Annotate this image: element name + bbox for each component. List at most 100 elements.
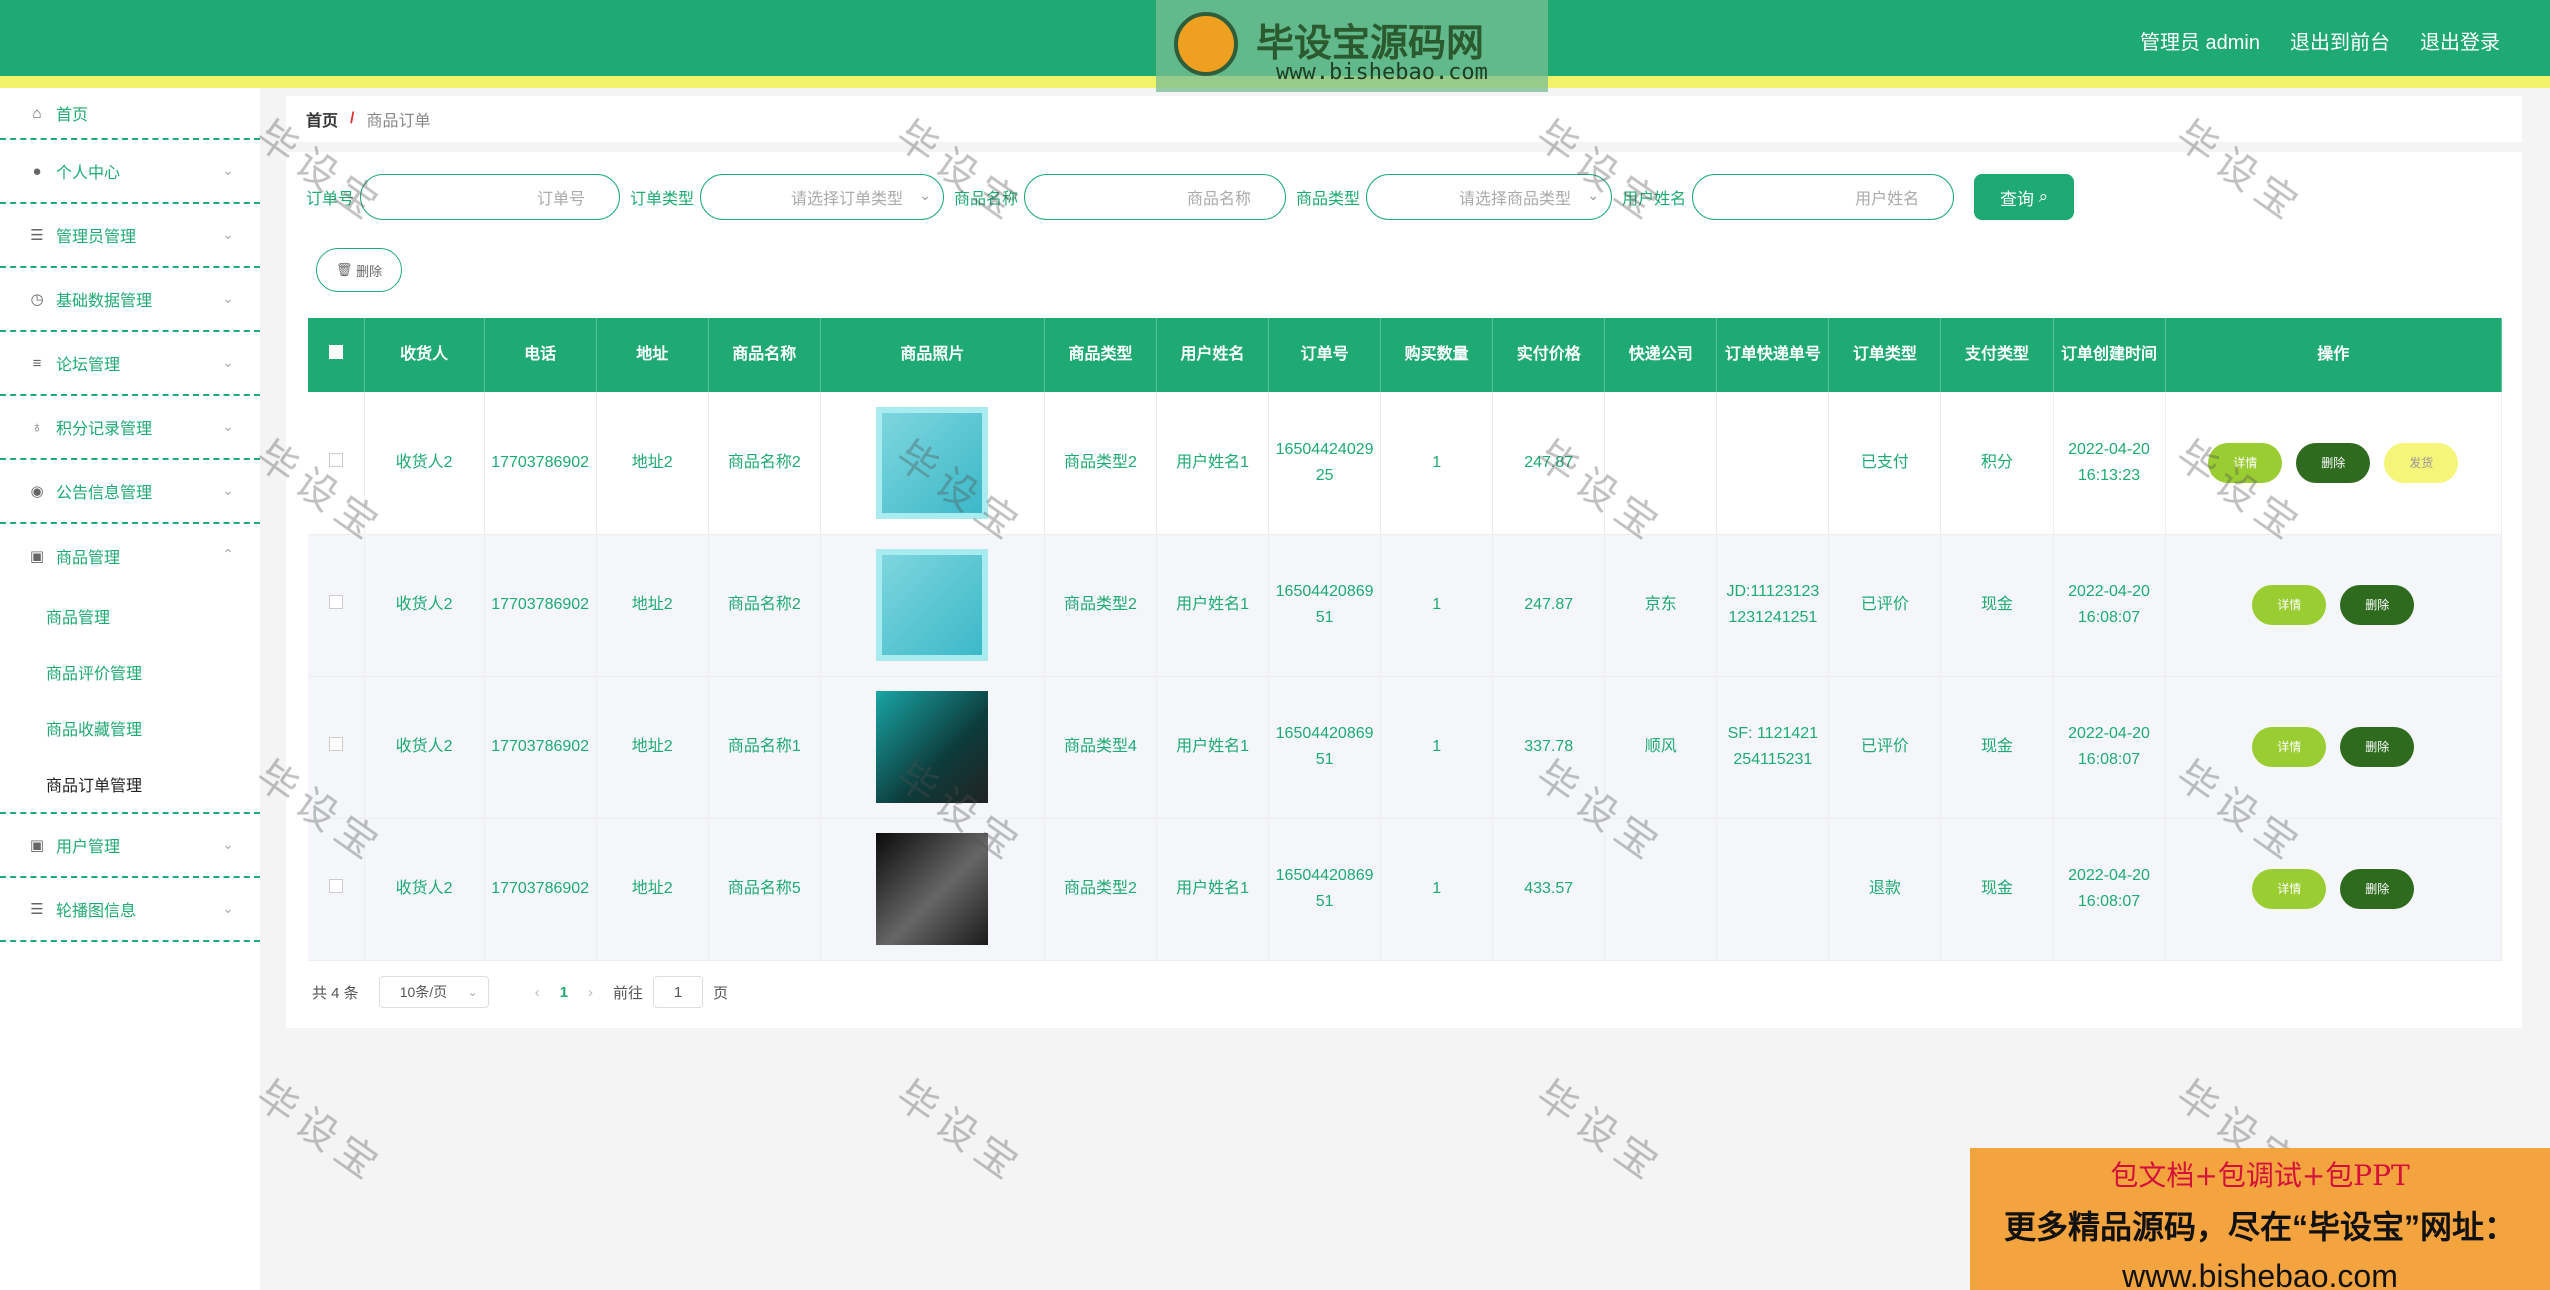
- order-type-cell: 已评价: [1828, 676, 1942, 819]
- delete-label: 删除: [2365, 882, 2390, 896]
- goods-type-placeholder: 请选择商品类型: [1459, 191, 1572, 208]
- delete-label: 删除: [2365, 740, 2390, 754]
- goods-name-cell: 商品名称5: [708, 818, 821, 961]
- order-no-placeholder: 订单号: [537, 191, 586, 208]
- detail-button[interactable]: 详情: [2208, 442, 2283, 483]
- sidebar-item-label: 首页: [56, 107, 89, 124]
- chevron-down-icon: ⌄: [222, 418, 234, 434]
- batch-delete-button[interactable]: 🗑 删除: [316, 248, 402, 292]
- delete-button[interactable]: 删除: [2340, 869, 2415, 909]
- row-checkbox[interactable]: [328, 595, 343, 609]
- tracking-cell: SF: 1121421254115231: [1716, 676, 1830, 819]
- courier-cell: [1604, 392, 1718, 535]
- col-phone: 电话: [484, 318, 597, 392]
- row-checkbox[interactable]: [328, 879, 343, 893]
- goods-name-label: 商品名称: [954, 191, 1019, 208]
- sidebar-item-label: 用户管理: [56, 839, 121, 856]
- sidebar-subitem-goods-favorite[interactable]: 商品收藏管理: [0, 700, 260, 756]
- sliders-icon: ≡: [32, 354, 42, 372]
- order-type-label: 订单类型: [630, 191, 695, 208]
- order-type-placeholder: 请选择订单类型: [791, 191, 904, 208]
- breadcrumb-home[interactable]: 首页: [306, 107, 338, 131]
- chevron-down-icon: ⌄: [222, 354, 234, 370]
- goods-photo-cell: [820, 818, 1045, 961]
- select-all-checkbox[interactable]: [328, 345, 343, 359]
- sidebar-item-profile[interactable]: ● 个人中心 ⌄: [0, 140, 260, 204]
- col-goods-name: 商品名称: [708, 318, 821, 392]
- sidebar-item-carousel[interactable]: ☰ 轮播图信息 ⌄: [0, 878, 260, 942]
- phone-cell: 17703786902: [484, 534, 597, 677]
- col-courier: 快递公司: [1604, 318, 1718, 392]
- sidebar-item-label: 公告信息管理: [56, 485, 153, 502]
- goods-name-input[interactable]: 商品名称: [1024, 174, 1287, 220]
- ship-label: 发货: [2409, 455, 2434, 470]
- receiver-cell: 收货人2: [364, 818, 485, 961]
- sidebar-item-label: 论坛管理: [56, 357, 121, 374]
- current-page[interactable]: 1: [560, 984, 568, 1001]
- order-no-cell: 1650442086951: [1268, 534, 1382, 677]
- sidebar-item-points[interactable]: ♁ 积分记录管理 ⌄: [0, 396, 260, 460]
- order-no-cell: 1650442402925: [1268, 392, 1382, 535]
- page-size-select[interactable]: 10条/页 ⌄: [378, 976, 489, 1008]
- delete-button[interactable]: 删除: [2296, 442, 2371, 483]
- created-time-cell: 2022-04-20 16:13:23: [2053, 392, 2166, 535]
- goods-type-label: 商品类型: [1296, 191, 1361, 208]
- goods-type-cell: 商品类型2: [1044, 534, 1158, 677]
- goods-name-cell: 商品名称1: [708, 676, 821, 819]
- detail-label: 详情: [2277, 882, 2302, 896]
- actions-cell: 详情 删除: [2165, 534, 2503, 677]
- goods-type-cell: 商品类型2: [1044, 818, 1158, 961]
- sidebar-subitem-goods-review[interactable]: 商品评价管理: [0, 644, 260, 700]
- sidebar-subitem-goods[interactable]: 商品管理: [0, 588, 260, 644]
- detail-button[interactable]: 详情: [2252, 727, 2327, 767]
- sidebar-item-forum[interactable]: ≡ 论坛管理 ⌄: [0, 332, 260, 396]
- detail-button[interactable]: 详情: [2252, 869, 2327, 909]
- sidebar-item-basic-data[interactable]: ◷ 基础数据管理 ⌄: [0, 268, 260, 332]
- to-front-link[interactable]: 退出到前台: [2290, 26, 2390, 55]
- next-page-icon[interactable]: ›: [588, 984, 593, 1001]
- chevron-down-icon: ⌄: [222, 836, 234, 852]
- col-address: 地址: [596, 318, 709, 392]
- briefcase-icon: ▣: [29, 837, 45, 854]
- phone-cell: 17703786902: [484, 676, 597, 819]
- detail-button[interactable]: 详情: [2252, 585, 2327, 625]
- sidebar-item-goods[interactable]: ▣ 商品管理 ⌃: [0, 524, 260, 588]
- row-checkbox[interactable]: [328, 737, 343, 751]
- order-no-input[interactable]: 订单号: [360, 174, 621, 220]
- user-name-cell: 用户姓名1: [1156, 534, 1270, 677]
- prev-page-icon[interactable]: ‹: [535, 984, 540, 1001]
- ad-line-3: www.bishebao.com: [2122, 1258, 2398, 1290]
- sidebar-item-home[interactable]: ⌂ 首页: [0, 88, 260, 140]
- ship-button[interactable]: 发货: [2384, 442, 2459, 483]
- logout-link[interactable]: 退出登录: [2420, 26, 2500, 55]
- goods-type-cell: 商品类型2: [1044, 392, 1158, 535]
- query-button-label: 查询: [1999, 189, 2034, 209]
- table-row: 收货人2 17703786902 地址2 商品名称5 商品类型2 用户姓名1 1…: [308, 818, 2503, 961]
- order-type-select[interactable]: 请选择订单类型 ⌄: [700, 174, 945, 220]
- trash-icon: 🗑: [335, 262, 353, 277]
- goods-name-cell: 商品名称2: [708, 392, 821, 535]
- sidebar-subitem-goods-order[interactable]: 商品订单管理: [0, 756, 260, 812]
- pay-type-cell: 现金: [1940, 676, 2054, 819]
- user-name-cell: 用户姓名1: [1156, 676, 1270, 819]
- row-select-cell: [308, 392, 365, 535]
- chevron-down-icon: ⌄: [222, 482, 234, 498]
- row-checkbox[interactable]: [328, 452, 343, 467]
- col-user-name: 用户姓名: [1156, 318, 1270, 392]
- query-button[interactable]: 查询 ⌕: [1974, 174, 2075, 220]
- sidebar-item-notice[interactable]: ◉ 公告信息管理 ⌄: [0, 460, 260, 524]
- delete-button[interactable]: 删除: [2340, 585, 2415, 625]
- delete-button[interactable]: 删除: [2340, 727, 2415, 767]
- sidebar-item-admin[interactable]: ☰ 管理员管理 ⌄: [0, 204, 260, 268]
- goods-photo-cell: [820, 534, 1045, 677]
- watermark: 毕设宝: [888, 1072, 1032, 1192]
- goto-page-input[interactable]: 1: [653, 976, 704, 1008]
- sidebar-item-users[interactable]: ▣ 用户管理 ⌄: [0, 814, 260, 878]
- list-icon: ☰: [30, 901, 44, 918]
- user-name-input[interactable]: 用户姓名: [1692, 174, 1955, 220]
- chevron-down-icon: ⌄: [222, 226, 234, 242]
- orders-table: 收货人 电话 地址 商品名称 商品照片 商品类型 用户姓名 订单号 购买数量 实…: [308, 318, 2503, 961]
- goods-type-select[interactable]: 请选择商品类型 ⌄: [1366, 174, 1613, 220]
- quantity-cell: 1: [1380, 818, 1494, 961]
- chevron-down-icon: ⌄: [467, 985, 478, 999]
